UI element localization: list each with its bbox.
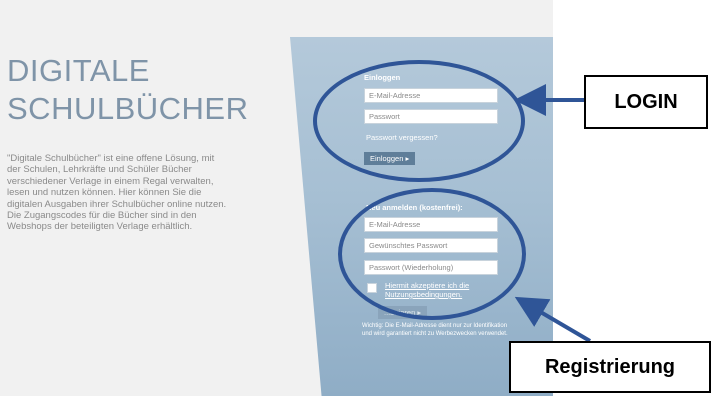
login-callout: LOGIN	[584, 75, 708, 129]
register-callout: Registrierung	[509, 341, 711, 393]
annotation-arrows	[514, 84, 592, 343]
register-arrow	[514, 296, 592, 343]
